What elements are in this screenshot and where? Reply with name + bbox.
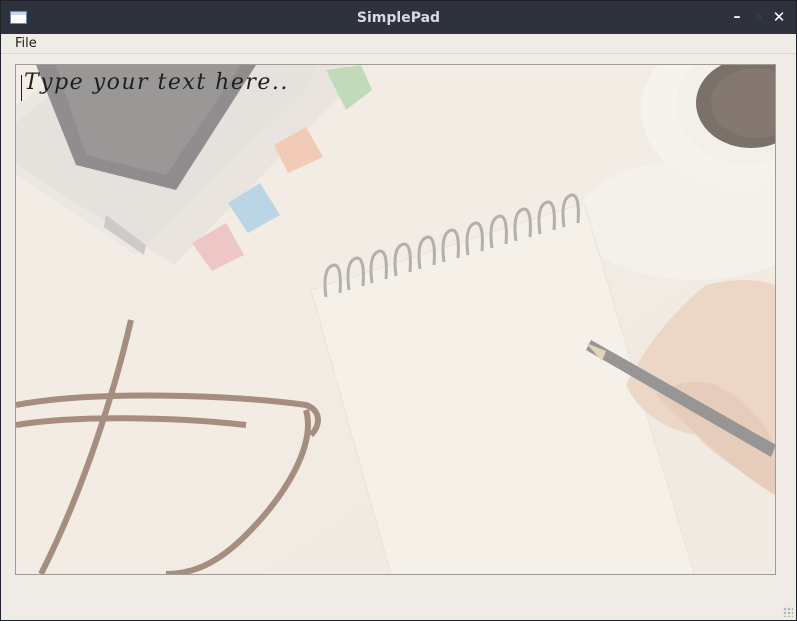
- app-window: SimplePad – ◦ ✕ File Type your text here…: [0, 0, 797, 621]
- editor-background-image: [16, 65, 775, 574]
- menu-file[interactable]: File: [7, 35, 45, 52]
- close-icon[interactable]: ✕: [771, 9, 787, 25]
- maximize-icon[interactable]: ◦: [751, 9, 767, 25]
- status-bar: [1, 577, 796, 620]
- editor-placeholder: Type your text here..: [24, 70, 289, 95]
- menu-bar: File: [1, 34, 796, 54]
- title-bar[interactable]: SimplePad – ◦ ✕: [1, 1, 796, 35]
- window-title: SimplePad: [356, 10, 441, 26]
- text-caret: [21, 75, 22, 101]
- text-editor[interactable]: Type your text here..: [15, 64, 776, 575]
- minimize-icon[interactable]: –: [729, 9, 745, 25]
- resize-grip-icon[interactable]: [783, 607, 793, 617]
